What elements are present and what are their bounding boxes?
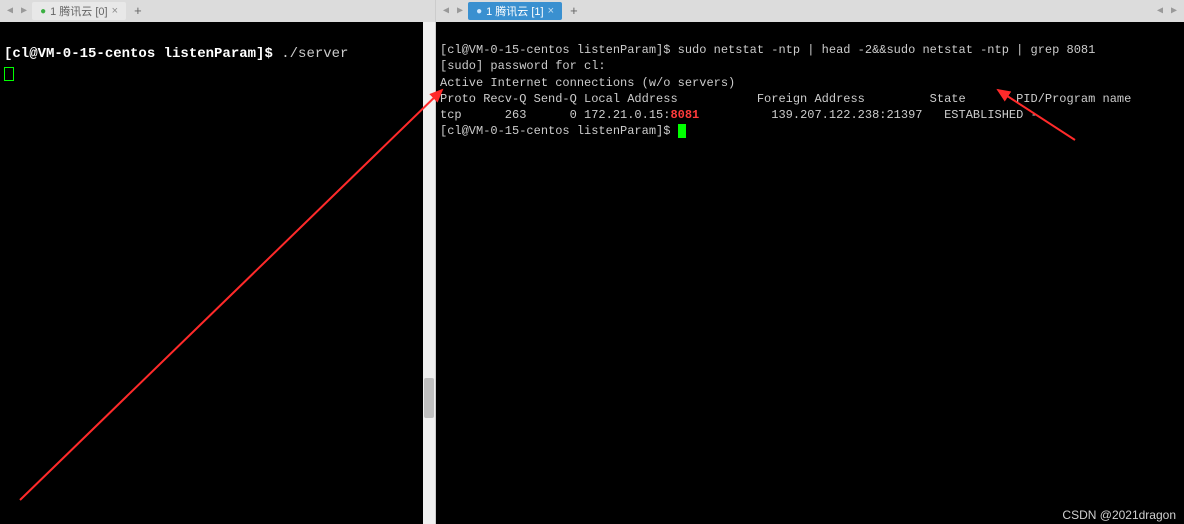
command-text: ./server xyxy=(281,46,348,62)
tab-label: 1 腾讯云 [1] xyxy=(486,3,543,19)
chevron-right-icon[interactable]: ▶ xyxy=(454,5,466,17)
right-pane: ◀ ▶ ● 1 腾讯云 [1] × + ◀ ▶ [cl@VM-0-15-cent… xyxy=(436,0,1184,524)
prompt-text: [cl@VM-0-15-centos listenParam]$ xyxy=(440,43,678,57)
output-foreign: 139.207.122.238:21397 xyxy=(771,108,922,122)
cursor-icon xyxy=(4,67,14,81)
chevron-left-icon[interactable]: ◀ xyxy=(1154,5,1166,17)
status-dot-icon: ● xyxy=(40,6,46,17)
command-text: sudo netstat -ntp | head -2&&sudo netsta… xyxy=(678,43,1096,57)
tab-label: 1 腾讯云 [0] xyxy=(50,3,107,19)
output-row-left: tcp 263 0 172.21.0.15: xyxy=(440,108,670,122)
right-terminal[interactable]: [cl@VM-0-15-centos listenParam]$ sudo ne… xyxy=(436,22,1184,524)
add-tab-button[interactable]: + xyxy=(128,4,148,19)
output-state: ESTABLISHED xyxy=(944,108,1023,122)
highlighted-port: 8081 xyxy=(670,108,699,122)
left-pane: ◀ ▶ ● 1 腾讯云 [0] × + [cl@VM-0-15-centos l… xyxy=(0,0,436,524)
status-dot-icon: ● xyxy=(476,6,482,17)
watermark: CSDN @2021dragon xyxy=(1062,508,1176,522)
scrollbar[interactable] xyxy=(423,22,435,524)
chevron-left-icon[interactable]: ◀ xyxy=(4,5,16,17)
chevron-right-icon[interactable]: ▶ xyxy=(1168,5,1180,17)
right-tabbar: ◀ ▶ ● 1 腾讯云 [1] × + ◀ ▶ xyxy=(436,0,1184,22)
output-line: Active Internet connections (w/o servers… xyxy=(440,76,735,90)
scrollbar-thumb[interactable] xyxy=(424,378,434,418)
output-prog: - xyxy=(1031,108,1038,122)
cursor-icon xyxy=(678,124,686,138)
output-header: Proto Recv-Q Send-Q Local Address Foreig… xyxy=(440,92,1131,106)
prompt-text: [cl@VM-0-15-centos listenParam]$ xyxy=(440,124,678,138)
tab-left[interactable]: ● 1 腾讯云 [0] × xyxy=(32,2,126,20)
close-icon[interactable]: × xyxy=(112,5,118,17)
add-tab-button[interactable]: + xyxy=(564,4,584,19)
output-line: [sudo] password for cl: xyxy=(440,59,606,73)
tab-right[interactable]: ● 1 腾讯云 [1] × xyxy=(468,2,562,20)
chevron-left-icon[interactable]: ◀ xyxy=(440,5,452,17)
chevron-right-icon[interactable]: ▶ xyxy=(18,5,30,17)
close-icon[interactable]: × xyxy=(548,5,554,17)
prompt-text: [cl@VM-0-15-centos listenParam]$ xyxy=(4,46,281,62)
left-terminal[interactable]: [cl@VM-0-15-centos listenParam]$ ./serve… xyxy=(0,22,435,524)
left-tabbar: ◀ ▶ ● 1 腾讯云 [0] × + xyxy=(0,0,435,22)
